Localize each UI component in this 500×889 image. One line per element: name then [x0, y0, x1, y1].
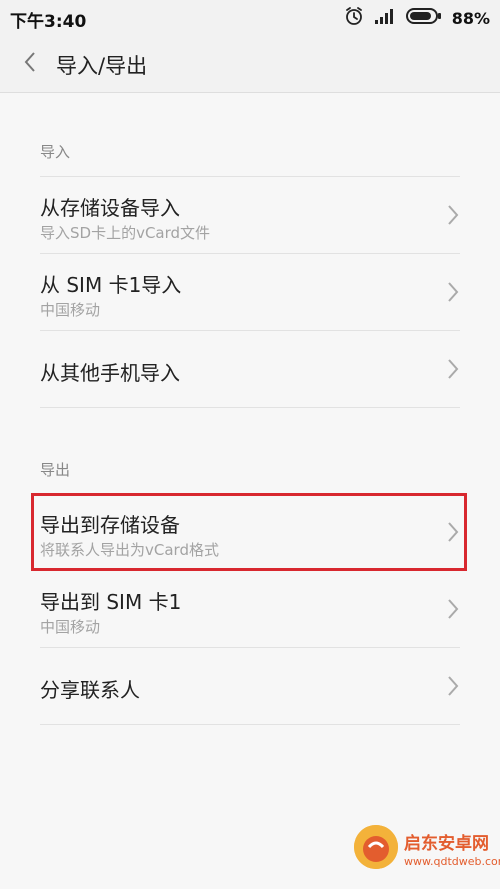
export-to-storage-item[interactable]: 导出到存储设备 将联系人导出为vCard格式: [40, 494, 460, 570]
item-title: 导出到 SIM 卡1: [40, 590, 182, 614]
item-subtitle: 中国移动: [40, 618, 101, 636]
import-from-storage-item[interactable]: 从存储设备导入 导入SD卡上的vCard文件: [40, 177, 460, 254]
watermark: 启东安卓网 www.qdtdweb.com: [354, 813, 500, 883]
watermark-logo-icon: [354, 825, 398, 869]
share-contacts-item[interactable]: 分享联系人: [40, 648, 460, 725]
chevron-left-icon: [23, 51, 37, 77]
chevron-right-icon: [446, 598, 460, 620]
item-subtitle: 将联系人导出为vCard格式: [40, 541, 219, 559]
import-from-sim-item[interactable]: 从 SIM 卡1导入 中国移动: [40, 254, 460, 331]
chevron-right-icon: [446, 675, 460, 697]
item-title: 从其他手机导入: [40, 361, 180, 385]
status-icons: 88%: [344, 6, 490, 30]
import-from-other-phone-item[interactable]: 从其他手机导入: [40, 331, 460, 408]
item-subtitle: 中国移动: [40, 301, 101, 319]
back-button[interactable]: [14, 48, 46, 80]
page-title: 导入/导出: [56, 54, 148, 78]
status-bar: 下午3:40 88%: [0, 0, 500, 36]
chevron-right-icon: [446, 204, 460, 226]
section-header-export: 导出: [40, 461, 71, 479]
item-title: 分享联系人: [40, 678, 140, 702]
export-to-sim-item[interactable]: 导出到 SIM 卡1 中国移动: [40, 571, 460, 648]
item-title: 导出到存储设备: [40, 513, 180, 537]
battery-icon: [405, 7, 442, 29]
chevron-right-icon: [446, 521, 460, 543]
chevron-right-icon: [446, 358, 460, 380]
section-header-import: 导入: [40, 143, 71, 161]
alarm-icon: [344, 6, 364, 30]
signal-icon: [374, 7, 396, 29]
watermark-url: www.qdtdweb.com: [404, 855, 500, 868]
chevron-right-icon: [446, 281, 460, 303]
contacts-import-export-screen: 下午3:40 88% 导入/导出 导入 从存储设备导入 导入SD卡上的vCard…: [0, 0, 500, 889]
watermark-name: 启东安卓网: [404, 834, 489, 854]
title-bar: 导入/导出: [0, 36, 500, 93]
battery-percent: 88%: [451, 8, 490, 28]
item-title: 从存储设备导入: [40, 196, 180, 220]
status-time: 下午3:40: [10, 12, 87, 32]
item-subtitle: 导入SD卡上的vCard文件: [40, 224, 211, 242]
item-title: 从 SIM 卡1导入: [40, 273, 182, 297]
